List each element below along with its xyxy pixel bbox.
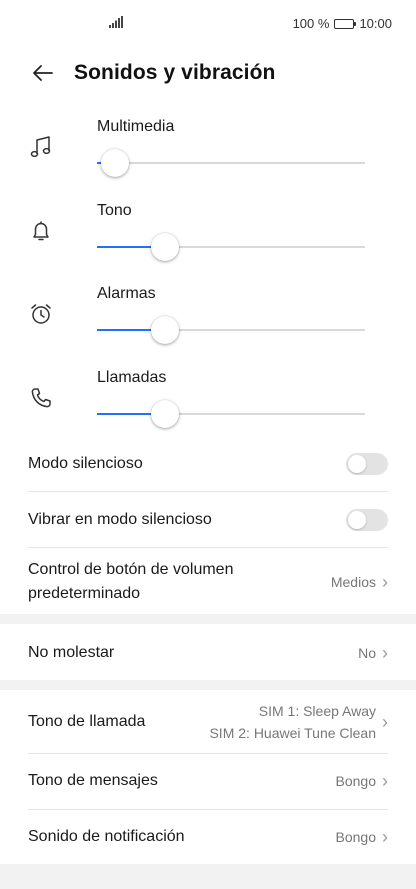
- section-separator: [0, 614, 416, 624]
- divider: [28, 809, 388, 810]
- page-title: Sonidos y vibración: [74, 61, 276, 84]
- do-not-disturb-row[interactable]: No molestar No ›: [28, 634, 388, 672]
- volume-row-multimedia: Multimedia: [0, 118, 416, 200]
- notification-sound-value-text: Bongo: [335, 829, 376, 845]
- chevron-right-icon: ›: [382, 572, 388, 592]
- volume-button-value: Medios ›: [330, 572, 388, 592]
- volume-button-value-text: Medios: [330, 574, 376, 590]
- battery-percent: 100 %: [292, 16, 330, 31]
- message-tone-row[interactable]: Tono de mensajes Bongo ›: [28, 762, 388, 800]
- do-not-disturb-label: No molestar: [28, 644, 115, 661]
- slider-thumb[interactable]: [150, 316, 179, 344]
- message-tone-value-text: Bongo: [335, 773, 376, 789]
- section-separator: [0, 680, 416, 690]
- message-tone-label: Tono de mensajes: [28, 772, 158, 789]
- status-right: 100 % 10:00: [293, 16, 392, 31]
- chevron-right-icon: ›: [382, 771, 388, 791]
- vibrate-silent-row[interactable]: Vibrar en modo silencioso: [28, 502, 388, 538]
- do-not-disturb-value: No ›: [358, 643, 388, 663]
- slider-track: [97, 162, 365, 164]
- slider-thumb[interactable]: [101, 149, 129, 177]
- volume-button-control-label: Control de botón de volumen predetermina…: [28, 558, 233, 606]
- volume-button-control-row[interactable]: Control de botón de volumen predetermina…: [28, 556, 388, 608]
- ringtone-sim2: SIM 2: Huawei Tune Clean: [209, 725, 376, 741]
- slider-fill: [97, 329, 153, 331]
- vibrate-silent-label: Vibrar en modo silencioso: [28, 511, 212, 528]
- notification-sound-row[interactable]: Sonido de notificación Bongo ›: [28, 818, 388, 856]
- divider: [28, 547, 388, 548]
- vibrate-silent-toggle[interactable]: [346, 509, 388, 531]
- toggle-knob: [348, 455, 366, 473]
- silent-mode-toggle[interactable]: [346, 453, 388, 475]
- message-tone-value: Bongo ›: [335, 771, 388, 791]
- ringtone-volume-slider[interactable]: [97, 232, 365, 262]
- chevron-right-icon: ›: [382, 827, 388, 847]
- slider-fill: [97, 413, 153, 415]
- clock: 10:00: [359, 16, 392, 31]
- volume-row-alarms: Alarmas: [0, 285, 416, 367]
- status-bar: 100 % 10:00: [0, 0, 416, 48]
- notification-sound-label: Sonido de notificación: [28, 828, 185, 845]
- music-note-icon: [30, 136, 51, 158]
- ringtone-sim-values: SIM 1: Sleep Away SIM 2: Huawei Tune Cle…: [209, 700, 376, 744]
- volume-label: Tono: [97, 202, 132, 219]
- volume-button-label-line2: predeterminado: [28, 585, 141, 602]
- volume-row-calls: Llamadas: [0, 369, 416, 451]
- phone-icon: [31, 388, 51, 408]
- volume-label: Alarmas: [97, 285, 156, 302]
- ringtone-sim1: SIM 1: Sleep Away: [258, 703, 376, 719]
- alarm-clock-icon: [31, 304, 51, 324]
- silent-mode-label: Modo silencioso: [28, 455, 143, 472]
- silent-mode-row[interactable]: Modo silencioso: [28, 446, 388, 482]
- battery-icon: [334, 18, 357, 29]
- slider-thumb[interactable]: [150, 400, 179, 428]
- divider: [28, 491, 388, 492]
- toggle-knob: [348, 511, 366, 529]
- slider-fill: [97, 246, 153, 248]
- slider-thumb[interactable]: [150, 233, 179, 261]
- volume-button-label-line1: Control de botón de volumen: [28, 561, 234, 578]
- multimedia-volume-slider[interactable]: [97, 148, 365, 178]
- do-not-disturb-value-text: No: [358, 645, 376, 661]
- call-volume-slider[interactable]: [97, 399, 365, 429]
- chevron-right-icon: ›: [382, 643, 388, 663]
- ringtone-label: Tono de llamada: [28, 713, 146, 730]
- chevron-right-icon: ›: [382, 712, 388, 732]
- back-arrow-icon: [33, 65, 53, 81]
- signal-icon: [109, 16, 123, 28]
- alarm-volume-slider[interactable]: [97, 315, 365, 345]
- ringtone-row[interactable]: Tono de llamada SIM 1: Sleep Away SIM 2:…: [28, 698, 388, 746]
- header: Sonidos y vibración: [0, 52, 416, 94]
- back-button[interactable]: [28, 58, 58, 88]
- volume-label: Llamadas: [97, 369, 167, 386]
- divider: [28, 753, 388, 754]
- bell-icon: [33, 221, 49, 241]
- volume-label: Multimedia: [97, 118, 175, 135]
- notification-sound-value: Bongo ›: [335, 827, 388, 847]
- ringtone-value: SIM 1: Sleep Away SIM 2: Huawei Tune Cle…: [209, 700, 388, 744]
- volume-row-ringtone: Tono: [0, 202, 416, 284]
- section-separator: [0, 864, 416, 889]
